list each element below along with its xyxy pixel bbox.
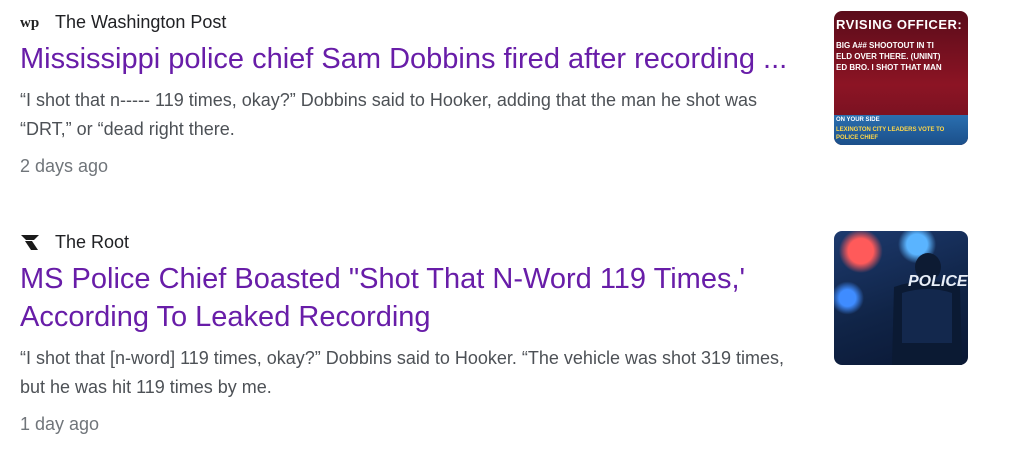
result-thumbnail[interactable]: RVISING OFFICER: BIG A## SHOOTOUT IN TI … <box>834 11 968 145</box>
result-thumbnail[interactable]: POLICE <box>834 231 968 365</box>
svg-text:wp: wp <box>20 15 39 30</box>
police-officer-image <box>892 253 962 365</box>
thumbnail-caption-line: ELD OVER THERE. (UNINT) <box>836 52 941 61</box>
source-name: The Washington Post <box>55 11 227 32</box>
source-name: The Root <box>55 231 130 252</box>
result-snippet: “I shot that n----- 119 times, okay?” Do… <box>20 90 758 139</box>
thumbnail-band-label: LEXINGTON CITY LEADERS VOTE TO <box>836 127 945 133</box>
thumbnail-headline: RVISING OFFICER: <box>836 17 963 32</box>
result-title-link[interactable]: Mississippi police chief Sam Dobbins fir… <box>20 40 810 78</box>
the-root-logo-icon <box>20 231 44 253</box>
thumbnail-caption-line: BIG A## SHOOTOUT IN TI <box>836 41 934 50</box>
police-vest-label: POLICE <box>908 273 968 290</box>
result-snippet: “I shot that [n-word] 119 times, okay?” … <box>20 348 785 397</box>
result-age: 1 day ago <box>20 414 100 434</box>
result-title-link[interactable]: MS Police Chief Boasted "Shot That N-Wor… <box>20 260 810 336</box>
thumbnail-caption-line: ED BRO. I SHOT THAT MAN <box>836 63 942 72</box>
thumbnail-band-label: POLICE CHIEF <box>836 135 879 141</box>
result-age: 2 days ago <box>20 156 109 176</box>
thumbnail-band-label: ON YOUR SIDE <box>836 117 880 123</box>
washington-post-logo-icon: wp <box>20 11 44 33</box>
